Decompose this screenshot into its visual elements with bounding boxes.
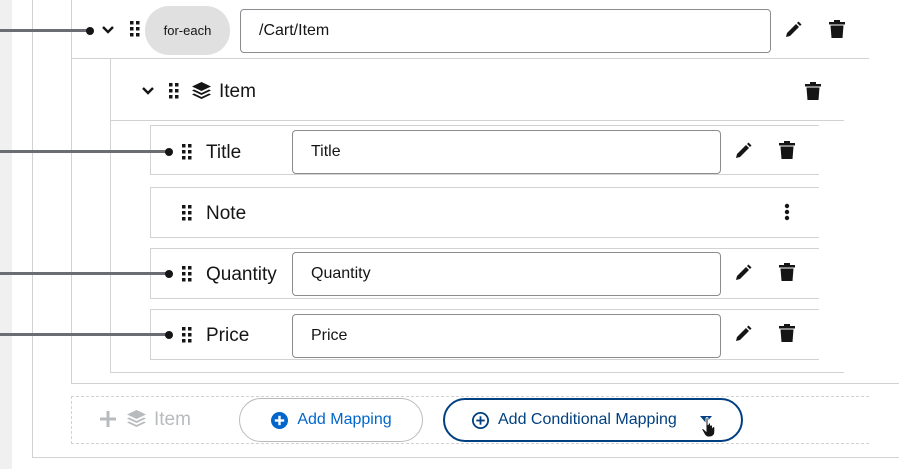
title-field-label: Title (206, 142, 242, 163)
price-field-label: Price (206, 325, 250, 346)
foreach-pill: for-each (145, 6, 230, 55)
foreach-expression-field[interactable]: /Cart/Item (240, 9, 771, 53)
foreach-delete-trash-icon[interactable] (828, 19, 846, 39)
plus-circle-icon (270, 411, 288, 429)
price-connector (0, 333, 170, 336)
foreach-drag-handle-icon[interactable] (129, 20, 141, 38)
title-drag-handle-icon[interactable] (181, 143, 193, 161)
quantity-value-field[interactable]: Quantity (292, 252, 721, 296)
outer-tree-bottom (32, 457, 899, 458)
quantity-connector (0, 272, 170, 275)
add-conditional-mapping-label: Add Conditional Mapping (498, 411, 677, 428)
quantity-drag-handle-icon[interactable] (181, 265, 193, 283)
foreach-chevron-down-icon[interactable] (100, 22, 116, 38)
note-kebab-menu-icon[interactable] (781, 202, 793, 222)
price-edit-pencil-icon[interactable] (733, 324, 753, 344)
item-group-delete-trash-icon[interactable] (804, 81, 822, 101)
foreach-connector-dot (86, 27, 94, 35)
item-group-drag-handle-icon[interactable] (168, 82, 180, 100)
plus-circle-outline-icon (471, 411, 489, 429)
add-item-plus-icon[interactable] (99, 410, 117, 428)
hand-cursor-icon (700, 416, 718, 438)
price-delete-trash-icon[interactable] (778, 323, 796, 343)
outer-tree-line (32, 0, 33, 458)
add-mapping-button[interactable]: Add Mapping (239, 398, 423, 442)
item-group-chevron-down-icon[interactable] (140, 83, 156, 99)
price-drag-handle-icon[interactable] (181, 326, 193, 344)
item-group-label: Item (219, 81, 256, 102)
add-item-label[interactable]: Item (154, 408, 191, 432)
title-value-field[interactable]: Title (292, 130, 721, 174)
quantity-connector-dot (165, 270, 173, 278)
item-group-layers-icon (191, 81, 211, 101)
note-field-label: Note (206, 203, 247, 224)
field-row-note (150, 187, 819, 238)
quantity-field-label: Quantity (206, 264, 277, 285)
foreach-connector (0, 29, 90, 32)
add-item-layers-icon[interactable] (126, 409, 146, 429)
quantity-edit-pencil-icon[interactable] (733, 263, 753, 283)
add-mapping-label: Add Mapping (297, 411, 392, 428)
title-delete-trash-icon[interactable] (778, 140, 796, 160)
foreach-edit-pencil-icon[interactable] (783, 20, 803, 40)
title-edit-pencil-icon[interactable] (733, 141, 753, 161)
left-rail (0, 0, 12, 469)
note-drag-handle-icon[interactable] (181, 204, 193, 222)
title-connector (0, 150, 170, 153)
item-group-header-border (110, 120, 844, 121)
quantity-delete-trash-icon[interactable] (778, 262, 796, 282)
add-conditional-mapping-button[interactable]: Add Conditional Mapping (443, 398, 743, 442)
price-value-field[interactable]: Price (292, 314, 721, 358)
title-connector-dot (165, 148, 173, 156)
price-connector-dot (165, 331, 173, 339)
